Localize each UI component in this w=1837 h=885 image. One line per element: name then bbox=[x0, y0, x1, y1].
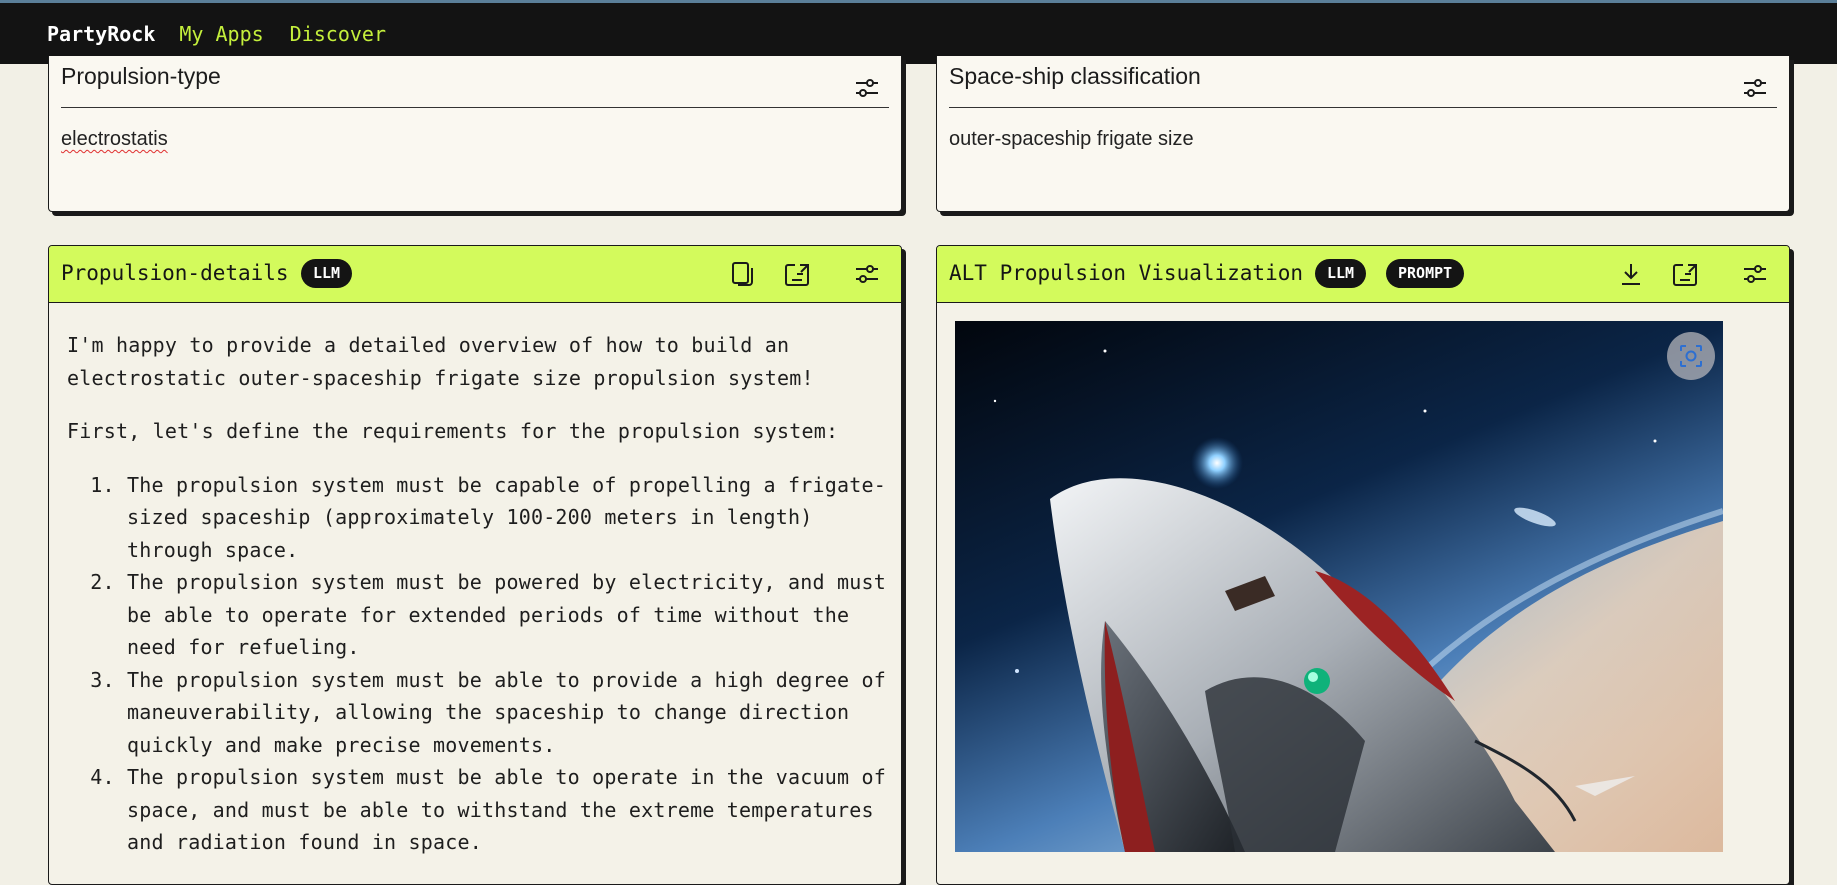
sliders-icon bbox=[856, 79, 878, 97]
propulsion-details-output: I'm happy to provide a detailed overview… bbox=[67, 329, 893, 859]
export-button[interactable] bbox=[781, 258, 813, 290]
sliders-icon bbox=[1744, 79, 1766, 97]
brand-logo[interactable]: PartyRock bbox=[47, 22, 155, 46]
propulsion-type-widget: Propulsion-type electrostatis bbox=[48, 56, 902, 212]
copy-icon bbox=[732, 262, 753, 286]
list-item: The propulsion system must be able to op… bbox=[127, 761, 893, 859]
nav-discover[interactable]: Discover bbox=[290, 22, 386, 46]
visualization-header: ALT Propulsion Visualization LLM PROMPT bbox=[937, 246, 1789, 303]
propulsion-details-widget: Propulsion-details LLM I'm happy to prov… bbox=[48, 245, 902, 885]
spaceship-classification-widget: Space-ship classification outer-spaceshi… bbox=[936, 56, 1790, 212]
copy-button[interactable] bbox=[727, 258, 759, 290]
prompt-badge: PROMPT bbox=[1386, 259, 1465, 288]
spaceship-classification-input[interactable]: outer-spaceship frigate size bbox=[949, 128, 1194, 151]
export-icon bbox=[785, 264, 809, 286]
propulsion-details-header: Propulsion-details LLM bbox=[49, 246, 901, 303]
visualization-title: ALT Propulsion Visualization bbox=[949, 261, 1304, 285]
list-item: The propulsion system must be able to pr… bbox=[127, 664, 893, 762]
propulsion-type-settings-button[interactable] bbox=[851, 72, 883, 104]
generated-spaceship-image bbox=[955, 321, 1723, 852]
image-search-icon bbox=[1680, 345, 1702, 367]
top-navigation-bar: PartyRock My Apps Discover bbox=[0, 0, 1837, 64]
title-divider bbox=[61, 107, 889, 108]
title-divider bbox=[949, 107, 1777, 108]
spaceship-classification-title: Space-ship classification bbox=[949, 63, 1201, 89]
export-button[interactable] bbox=[1669, 258, 1701, 290]
export-icon bbox=[1673, 264, 1697, 286]
download-icon bbox=[1622, 264, 1640, 285]
propulsion-type-input[interactable]: electrostatis bbox=[61, 128, 168, 151]
propulsion-type-title: Propulsion-type bbox=[61, 63, 221, 89]
output-requirements-intro: First, let's define the requirements for… bbox=[67, 419, 839, 443]
propulsion-details-title: Propulsion-details bbox=[61, 261, 289, 285]
list-item: The propulsion system must be powered by… bbox=[127, 566, 893, 664]
sliders-icon bbox=[1744, 265, 1766, 283]
llm-badge: LLM bbox=[1315, 259, 1367, 288]
requirements-list: The propulsion system must be capable of… bbox=[67, 469, 893, 859]
download-button[interactable] bbox=[1615, 258, 1647, 290]
spaceship-illustration bbox=[955, 321, 1723, 852]
image-search-button[interactable] bbox=[1667, 332, 1715, 380]
propulsion-details-settings-button[interactable] bbox=[851, 258, 883, 290]
llm-badge: LLM bbox=[301, 259, 353, 288]
visualization-settings-button[interactable] bbox=[1739, 258, 1771, 290]
list-item: The propulsion system must be capable of… bbox=[127, 469, 893, 567]
sliders-icon bbox=[856, 265, 878, 283]
nav-my-apps[interactable]: My Apps bbox=[179, 22, 263, 46]
output-intro: I'm happy to provide a detailed overview… bbox=[67, 333, 814, 390]
spaceship-classification-settings-button[interactable] bbox=[1739, 72, 1771, 104]
